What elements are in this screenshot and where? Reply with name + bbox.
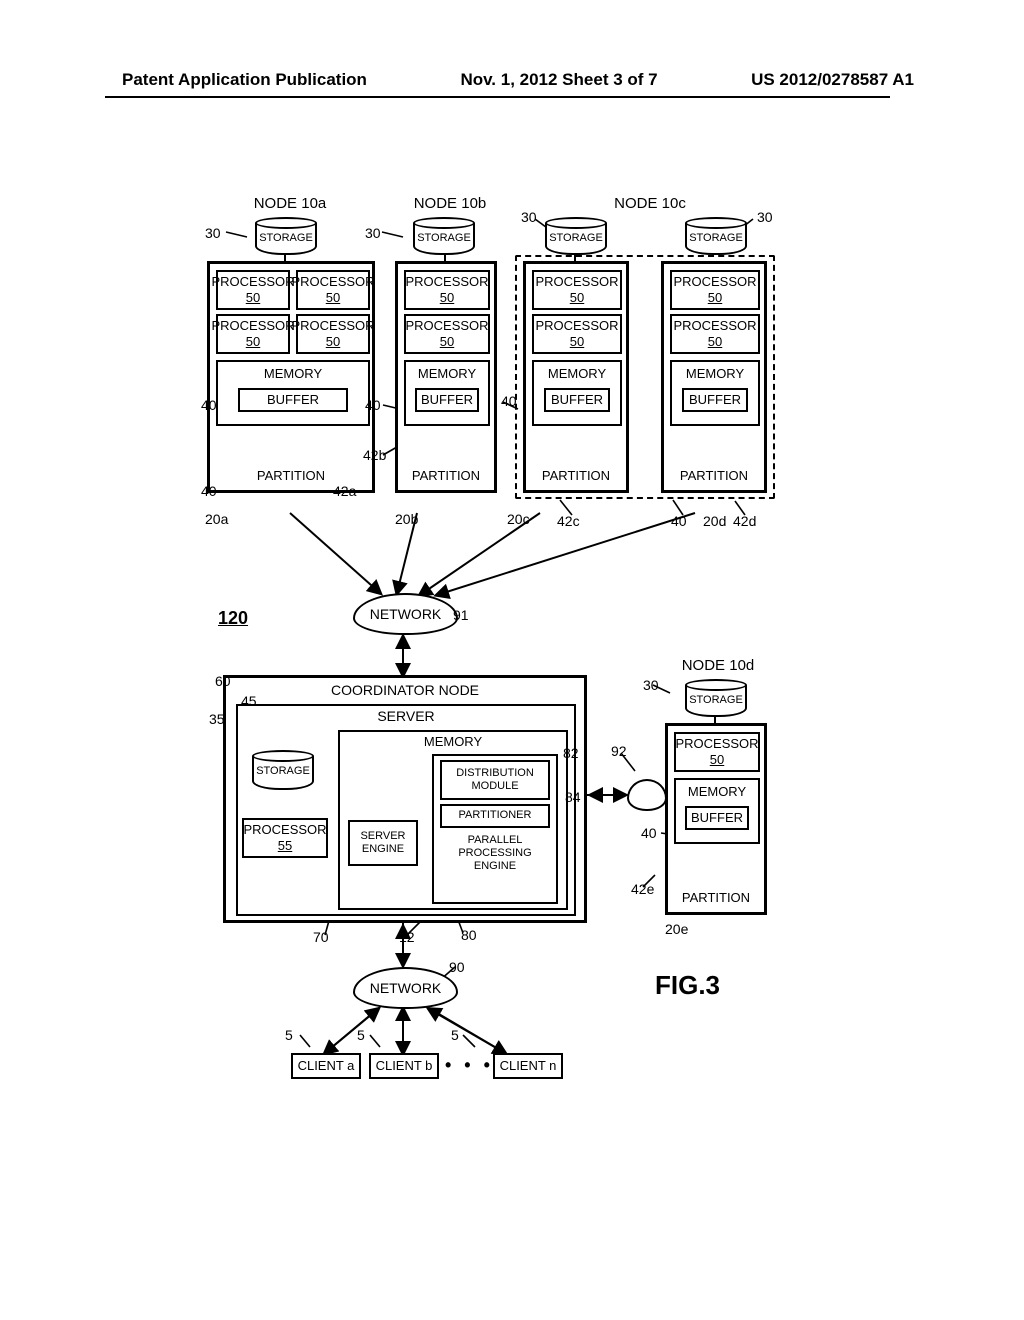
coordinator-title: COORDINATOR NODE [226, 682, 584, 699]
node-10d-title: NODE 10d [673, 657, 763, 674]
server-title: SERVER [238, 708, 574, 725]
processor-box: PROCESSOR 50 [216, 270, 290, 310]
ref-35: 35 [209, 711, 225, 727]
distribution-module-box: DISTRIBUTION MODULE [440, 760, 550, 800]
ref-30: 30 [205, 225, 221, 241]
ref-40: 40 [201, 397, 217, 413]
ref-30: 30 [643, 677, 659, 693]
ref-5: 5 [357, 1027, 365, 1043]
coordinator-node-box: COORDINATOR NODE SERVER STORAGE PROCESSO… [223, 675, 587, 923]
ref-40: 40 [671, 513, 687, 529]
buffer-box: BUFFER [238, 388, 348, 412]
node-10a-partition-box: PROCESSOR 50 PROCESSOR 50 PROCESSOR 50 P… [207, 261, 375, 493]
ref-80: 80 [461, 927, 477, 943]
server-engine-box: SERVER ENGINE [348, 820, 418, 866]
ellipsis-icon: • • • [445, 1055, 494, 1076]
processor-box: PROCESSOR 50 [674, 732, 760, 772]
node-10b-partition-box: PROCESSOR 50 PROCESSOR 50 MEMORY BUFFER … [395, 261, 497, 493]
page-header: Patent Application Publication Nov. 1, 2… [0, 70, 1024, 90]
ref-42b: 42b [363, 447, 386, 463]
partition-label: PARTITION [210, 468, 372, 484]
client-a-box: CLIENT a [291, 1053, 361, 1079]
ref-30: 30 [757, 209, 773, 225]
ref-30: 30 [521, 209, 537, 225]
header-left: Patent Application Publication [122, 70, 367, 90]
ref-40: 40 [365, 397, 381, 413]
node-10c-storage-icon-right: STORAGE [677, 217, 755, 255]
node-10b-storage-icon: STORAGE [405, 217, 483, 255]
ref-42c: 42c [557, 513, 580, 529]
ref-30: 30 [365, 225, 381, 241]
server-box: SERVER STORAGE PROCESSOR 55 MEMORY SERVE… [236, 704, 576, 916]
header-center: Nov. 1, 2012 Sheet 3 of 7 [460, 70, 657, 90]
processor-box: PROCESSOR 50 [404, 314, 490, 354]
ref-92: 92 [611, 743, 627, 759]
ref-84: 84 [565, 789, 581, 805]
ref-42a: 42a [333, 483, 356, 499]
ref-42e: 42e [631, 881, 654, 897]
ref-40: 40 [201, 483, 217, 499]
node-10d-partition-box: PROCESSOR 50 MEMORY BUFFER PARTITION [665, 723, 767, 915]
processor-box: PROCESSOR 50 [404, 270, 490, 310]
ref-45: 45 [241, 693, 257, 709]
header-rule [105, 96, 890, 98]
ref-5: 5 [451, 1027, 459, 1043]
coord-storage-icon: STORAGE [244, 750, 322, 790]
storage-label: STORAGE [259, 232, 313, 244]
ref-82: 82 [563, 745, 579, 761]
ref-60: 60 [215, 673, 231, 689]
ref-20b: 20b [395, 511, 418, 527]
network-91-cloud: NETWORK [353, 593, 458, 635]
network-90-cloud: NETWORK [353, 967, 458, 1009]
parallel-engine-box: DISTRIBUTION MODULE PARTITIONER PARALLEL… [432, 754, 558, 904]
ref-20d: 20d [703, 513, 726, 529]
coord-processor-box: PROCESSOR 55 [242, 818, 328, 858]
ref-40: 40 [641, 825, 657, 841]
buffer-box: BUFFER [685, 806, 749, 830]
memory-box: MEMORY BUFFER [216, 360, 370, 426]
partition-label: PARTITION [398, 468, 494, 484]
buffer-box: BUFFER [415, 388, 479, 412]
partitioner-box: PARTITIONER [440, 804, 550, 828]
node-10c-title: NODE 10c [605, 195, 695, 212]
node-10d-storage-icon: STORAGE [677, 679, 755, 717]
ref-20e: 20e [665, 921, 688, 937]
memory-box: MEMORY BUFFER [404, 360, 490, 426]
ref-20c: 20c [507, 511, 530, 527]
header-right: US 2012/0278587 A1 [751, 70, 914, 90]
ref-42d: 42d [733, 513, 756, 529]
node-10b-title: NODE 10b [405, 195, 495, 212]
ref-90: 90 [449, 959, 465, 975]
client-n-box: CLIENT n [493, 1053, 563, 1079]
processor-box: PROCESSOR 50 [296, 314, 370, 354]
processor-box: PROCESSOR 50 [296, 270, 370, 310]
node-10a-storage-icon: STORAGE [247, 217, 325, 255]
ref-70: 70 [313, 929, 329, 945]
node-10c-storage-icon-left: STORAGE [537, 217, 615, 255]
client-b-box: CLIENT b [369, 1053, 439, 1079]
ref-91: 91 [453, 607, 469, 623]
cloud-92 [627, 779, 667, 811]
parallel-engine-label: PARALLEL PROCESSING ENGINE [434, 834, 556, 874]
memory-box: MEMORY BUFFER [674, 778, 760, 844]
processor-box: PROCESSOR 50 [216, 314, 290, 354]
node-10c-outline [515, 255, 775, 499]
ref-5: 5 [285, 1027, 293, 1043]
coord-memory-box: MEMORY SERVER ENGINE DISTRIBUTION MODULE… [338, 730, 568, 910]
ref-40: 40 [501, 393, 517, 409]
partition-label: PARTITION [668, 890, 764, 906]
ref-20a: 20a [205, 511, 228, 527]
node-10a-title: NODE 10a [245, 195, 335, 212]
ref-12: 12 [399, 929, 415, 945]
diagram-area: NODE 10a STORAGE PROCESSOR 50 PROCESSOR … [205, 195, 820, 1105]
